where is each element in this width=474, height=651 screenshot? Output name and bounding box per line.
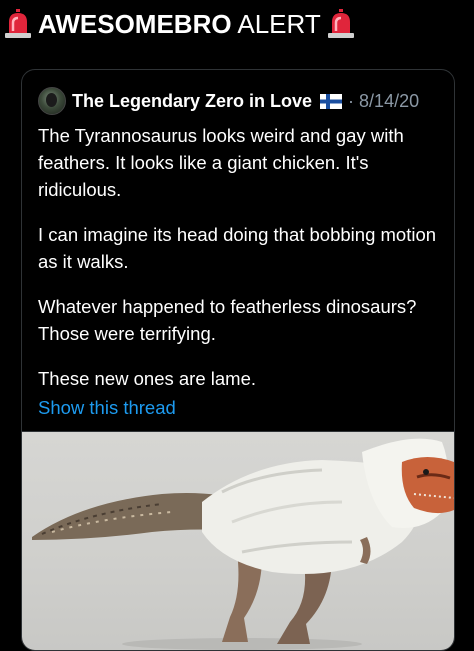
alert-title-light: ALERT xyxy=(237,9,321,39)
tweet-paragraph: The Tyrannosaurus looks weird and gay wi… xyxy=(38,125,404,200)
siren-icon xyxy=(5,9,31,38)
tweet-paragraph: I can imagine its head doing that bobbin… xyxy=(38,224,437,272)
alert-title: AWESOMEBRO ALERT xyxy=(38,6,321,42)
tweet-text: The Tyrannosaurus looks weird and gay wi… xyxy=(38,122,448,410)
tweet-date[interactable]: · 8/14/20 xyxy=(348,91,419,112)
alert-title-bold: AWESOMEBRO xyxy=(38,9,232,39)
tweet-media-image[interactable] xyxy=(22,431,454,650)
tweet-paragraph: These new ones are lame. xyxy=(38,368,257,389)
avatar[interactable] xyxy=(38,87,66,115)
siren-icon xyxy=(327,9,354,38)
finland-flag-icon xyxy=(320,93,343,109)
show-thread-link[interactable]: Show this thread xyxy=(38,395,176,421)
tweet-paragraph: Whatever happened to featherless dinosau… xyxy=(38,296,417,344)
tweet-header: The Legendary Zero in Love · 8/14/20 xyxy=(38,86,419,116)
alert-header: AWESOMEBRO ALERT xyxy=(4,6,355,42)
author-name[interactable]: The Legendary Zero in Love xyxy=(72,91,312,112)
quoted-tweet-card[interactable]: The Legendary Zero in Love · 8/14/20 The… xyxy=(21,69,455,651)
feathered-tyrannosaurus-image xyxy=(32,438,454,650)
